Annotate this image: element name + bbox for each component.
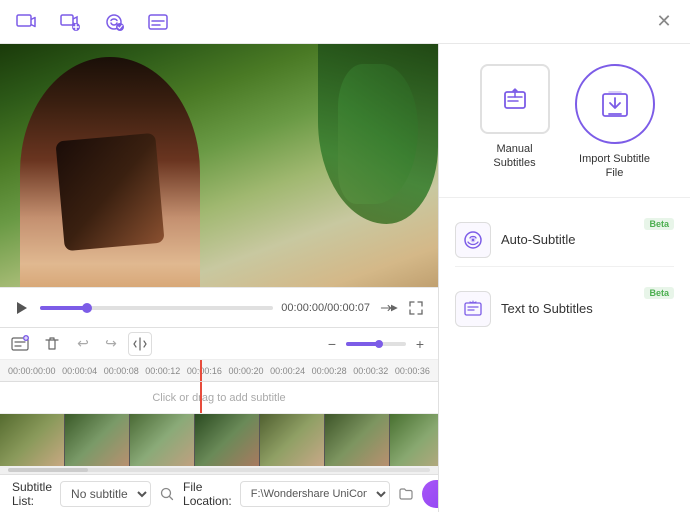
progress-fill <box>40 306 87 310</box>
progress-thumb <box>82 303 92 313</box>
divider-1 <box>439 197 690 198</box>
redo-button[interactable]: ↪ <box>100 333 122 355</box>
delete-tool[interactable] <box>40 332 64 356</box>
text-to-subtitles-label: Text to Subtitles <box>501 301 593 316</box>
browse-folder-button[interactable] <box>398 483 414 505</box>
scrollbar-track <box>8 468 430 472</box>
speed-control[interactable] <box>378 298 398 318</box>
ruler-mark-6: 00:00:24 <box>270 366 305 376</box>
video-controls: 00:00:00/00:00:07 <box>0 287 438 327</box>
import-subtitle-icon-box <box>575 64 655 144</box>
time-display: 00:00:00/00:00:07 <box>281 302 370 314</box>
fullscreen-button[interactable] <box>406 298 426 318</box>
toolbar: ✕ <box>0 0 690 44</box>
film-frame-3 <box>130 414 195 466</box>
timeline-tools: ↩ ↪ − + <box>0 328 438 360</box>
undo-button[interactable]: ↩ <box>72 333 94 355</box>
progress-bar[interactable] <box>40 306 273 310</box>
right-panel: Manual Subtitles Import Subtitle File <box>438 44 690 512</box>
auto-subtitle-label: Auto-Subtitle <box>501 232 575 247</box>
ruler-mark-4: 00:00:16 <box>187 366 222 376</box>
bottom-bar: Subtitle List: No subtitle File Location… <box>0 474 438 512</box>
timeline-ruler: 00:00:00:00 00:00:04 00:00:08 00:00:12 0… <box>0 360 438 382</box>
file-path-select[interactable]: F:\Wondershare UniConverte... <box>240 481 390 507</box>
manual-subtitles-card[interactable]: Manual Subtitles <box>475 64 555 171</box>
subtitle-text-tool[interactable] <box>8 332 32 356</box>
import-subtitle-label: Import Subtitle File <box>575 152 655 181</box>
video-panel: 00:00:00/00:00:07 <box>0 44 438 512</box>
scrollbar-thumb <box>8 468 88 472</box>
text-to-subtitles-option[interactable]: Text to Subtitles Beta <box>455 283 674 335</box>
film-frame-6 <box>325 414 390 466</box>
play-button[interactable] <box>12 298 32 318</box>
ruler-mark-5: 00:00:20 <box>228 366 263 376</box>
split-button[interactable] <box>128 332 152 356</box>
auto-subtitle-option[interactable]: Auto-Subtitle Beta <box>455 214 674 267</box>
zoom-slider[interactable] <box>346 342 406 346</box>
toolbar-icon-video-edit[interactable] <box>12 8 40 36</box>
add-subtitle-hint: Click or drag to add subtitle <box>152 392 285 404</box>
main-content: 00:00:00/00:00:07 <box>0 44 690 512</box>
video-area <box>0 44 438 287</box>
import-subtitle-card[interactable]: Import Subtitle File <box>575 64 655 181</box>
zoom-in-button[interactable]: + <box>410 334 430 354</box>
ruler-mark-8: 00:00:32 <box>353 366 388 376</box>
zoom-out-button[interactable]: − <box>322 334 342 354</box>
video-background <box>0 44 438 287</box>
text-to-subtitles-beta-badge: Beta <box>644 287 674 299</box>
ruler-mark-3: 00:00:12 <box>145 366 180 376</box>
toolbar-icon-subtitle[interactable] <box>144 8 172 36</box>
film-frame-5 <box>260 414 325 466</box>
ruler-marks: 00:00:00:00 00:00:04 00:00:08 00:00:12 0… <box>8 366 430 376</box>
auto-subtitle-icon <box>455 222 491 258</box>
toolbar-icon-add[interactable] <box>56 8 84 36</box>
close-button[interactable]: ✕ <box>650 8 678 36</box>
zoom-thumb <box>375 340 383 348</box>
subtitle-list-label: Subtitle List: <box>12 480 52 508</box>
film-frame-7 <box>390 414 438 466</box>
playhead <box>200 360 202 381</box>
ruler-mark-2: 00:00:08 <box>104 366 139 376</box>
film-frame-4 <box>195 414 260 466</box>
subtitle-playhead <box>200 382 202 413</box>
timeline-section: ↩ ↪ − + <box>0 327 438 474</box>
subtitle-list-select[interactable]: No subtitle <box>60 481 151 507</box>
ruler-mark-9: 00:00:36 <box>395 366 430 376</box>
zoom-controls: − + <box>322 334 430 354</box>
manual-subtitles-icon-box <box>480 64 550 134</box>
subtitle-options: Manual Subtitles Import Subtitle File <box>455 64 674 181</box>
toolbar-icon-fx[interactable] <box>100 8 128 36</box>
timeline-scrollbar[interactable] <box>0 466 438 474</box>
auto-subtitle-beta-badge: Beta <box>644 218 674 230</box>
ruler-mark-7: 00:00:28 <box>312 366 347 376</box>
file-location-label: File Location: <box>183 480 232 508</box>
subtitle-track[interactable]: Click or drag to add subtitle <box>0 382 438 414</box>
search-subtitle-button[interactable] <box>159 483 175 505</box>
ruler-mark-0: 00:00:00:00 <box>8 366 56 376</box>
manual-subtitles-label: Manual Subtitles <box>475 142 555 171</box>
ruler-mark-1: 00:00:04 <box>62 366 97 376</box>
film-frame-1 <box>0 414 65 466</box>
filmstrip <box>0 414 438 466</box>
undo-redo-group: ↩ ↪ <box>72 332 152 356</box>
text-to-subtitles-icon <box>455 291 491 327</box>
film-frame-2 <box>65 414 130 466</box>
